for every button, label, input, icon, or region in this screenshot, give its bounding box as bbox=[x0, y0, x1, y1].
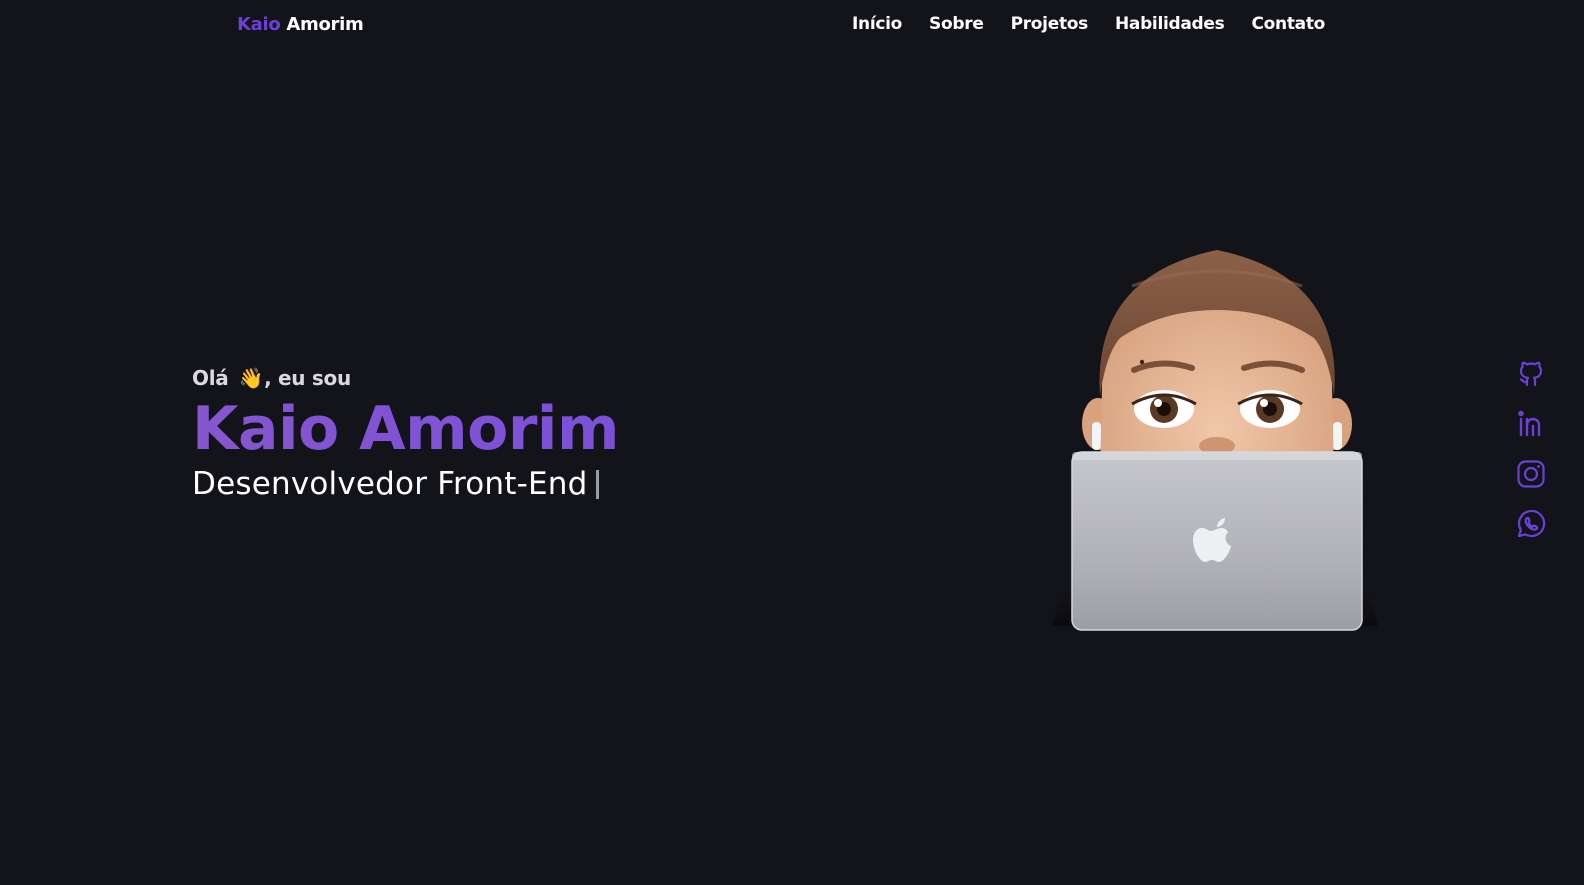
nav-link-sobre[interactable]: Sobre bbox=[929, 14, 984, 34]
greeting-hello: Olá bbox=[192, 366, 229, 390]
nav-link-inicio[interactable]: Início bbox=[852, 14, 902, 34]
hero-section: Olá 👋 , eu sou Kaio Amorim Desenvolvedor… bbox=[192, 366, 620, 504]
typing-cursor bbox=[595, 469, 599, 499]
social-links bbox=[1515, 358, 1547, 540]
logo-last-name: Amorim bbox=[286, 14, 364, 35]
main-nav: Início Sobre Projetos Habilidades Contat… bbox=[852, 14, 1325, 34]
greeting-i-am: , eu sou bbox=[264, 366, 351, 390]
page: Kaio Amorim Início Sobre Projetos Habili… bbox=[0, 0, 1584, 885]
hero-name: Kaio Amorim bbox=[192, 394, 620, 464]
logo-first-name: Kaio bbox=[237, 14, 281, 35]
whatsapp-icon[interactable] bbox=[1515, 508, 1547, 540]
site-header: Kaio Amorim Início Sobre Projetos Habili… bbox=[0, 0, 1584, 52]
nav-link-contato[interactable]: Contato bbox=[1251, 14, 1325, 34]
nav-link-habilidades[interactable]: Habilidades bbox=[1115, 14, 1225, 34]
logo[interactable]: Kaio Amorim bbox=[237, 14, 364, 35]
instagram-icon[interactable] bbox=[1515, 458, 1547, 490]
waving-hand-icon: 👋 bbox=[238, 366, 264, 390]
nav-link-projetos[interactable]: Projetos bbox=[1011, 14, 1089, 34]
role-text: Desenvolvedor Front-End bbox=[192, 466, 588, 502]
github-icon[interactable] bbox=[1515, 358, 1547, 390]
greeting: Olá 👋 , eu sou bbox=[192, 366, 619, 390]
linkedin-icon[interactable] bbox=[1515, 408, 1547, 440]
memoji-avatar-icon bbox=[1052, 246, 1382, 636]
hero-role: Desenvolvedor Front-End bbox=[192, 464, 619, 504]
